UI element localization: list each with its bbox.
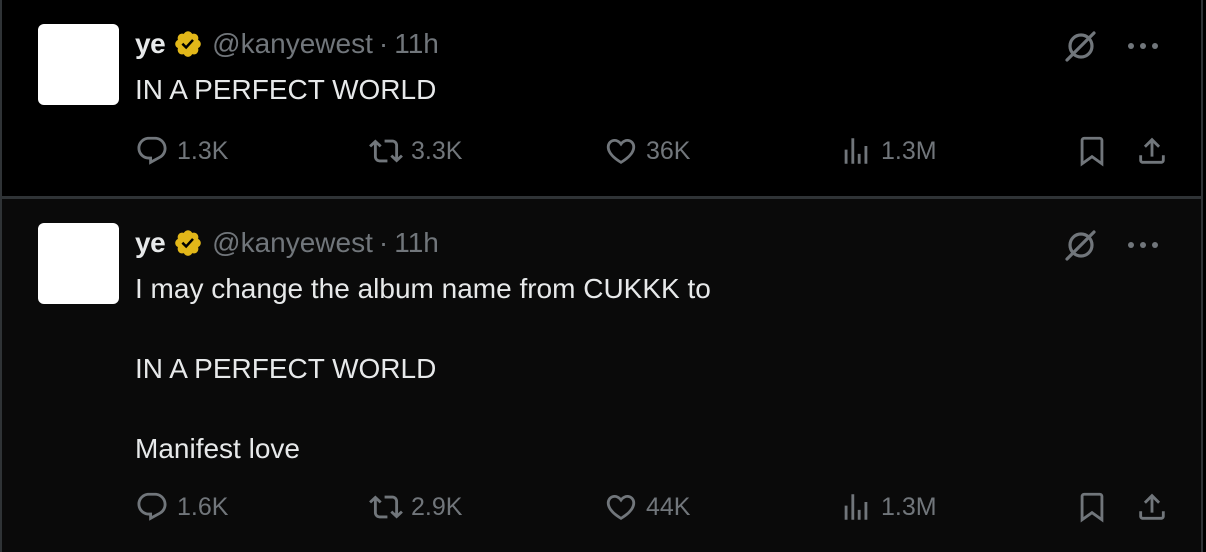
reply-icon <box>137 492 167 521</box>
handle[interactable]: @kanyewest <box>212 225 373 261</box>
retweet-icon <box>369 139 403 163</box>
bookmark-button[interactable] <box>1075 134 1109 168</box>
like-button[interactable]: 36K <box>604 134 690 168</box>
reply-button[interactable]: 1.6K <box>135 490 228 524</box>
tweet[interactable]: ye @kanyewest · 11h I may change the alb… <box>0 198 1203 552</box>
views-button[interactable]: 1.3M <box>839 134 937 168</box>
tweet-header: ye @kanyewest · 11h <box>135 225 439 261</box>
retweet-icon <box>369 495 403 519</box>
like-count: 44K <box>646 492 691 521</box>
share-icon <box>1139 493 1165 520</box>
heart-icon <box>606 494 636 520</box>
avatar[interactable] <box>38 223 119 304</box>
handle[interactable]: @kanyewest <box>212 26 373 62</box>
share-icon <box>1139 137 1165 164</box>
views-button[interactable]: 1.3M <box>839 490 937 524</box>
reply-count: 1.3K <box>177 136 229 165</box>
reply-count: 1.6K <box>177 492 229 521</box>
retweet-count: 2.9K <box>411 492 463 521</box>
views-count: 1.3M <box>881 492 937 521</box>
timestamp[interactable]: 11h <box>394 26 439 62</box>
bookmark-icon <box>1080 492 1104 523</box>
retweet-count: 3.3K <box>411 136 463 165</box>
like-count: 36K <box>646 136 691 165</box>
tweet-header: ye @kanyewest · 11h <box>135 26 439 62</box>
views-count: 1.3M <box>881 136 937 165</box>
tweet-actions: 1.6K 2.9K 44K 1.3M <box>135 490 1175 524</box>
separator: · <box>378 28 389 59</box>
bookmark-button[interactable] <box>1075 490 1109 524</box>
bookmark-icon <box>1080 136 1104 167</box>
tweet-text: I may change the album name from CUKKK t… <box>135 273 711 464</box>
views-icon <box>844 494 868 520</box>
display-name[interactable]: ye <box>135 26 166 62</box>
verified-badge-icon[interactable] <box>173 228 203 258</box>
retweet-button[interactable]: 2.9K <box>369 490 462 524</box>
share-button[interactable] <box>1135 134 1169 168</box>
reply-icon <box>137 136 167 165</box>
tweet-text: IN A PERFECT WORLD <box>135 74 437 105</box>
grok-icon[interactable] <box>1063 227 1099 263</box>
avatar[interactable] <box>38 24 119 105</box>
more-options-icon[interactable] <box>1127 42 1159 50</box>
like-button[interactable]: 44K <box>604 490 690 524</box>
reply-button[interactable]: 1.3K <box>135 134 228 168</box>
heart-icon <box>606 138 636 164</box>
retweet-button[interactable]: 3.3K <box>369 134 462 168</box>
share-button[interactable] <box>1135 490 1169 524</box>
views-icon <box>844 138 868 164</box>
more-options-icon[interactable] <box>1127 241 1159 249</box>
separator: · <box>378 227 389 258</box>
verified-badge-icon[interactable] <box>173 29 203 59</box>
tweet[interactable]: ye @kanyewest · 11h IN A PERFECT WORLD 1… <box>0 0 1203 198</box>
timeline-feed: ye @kanyewest · 11h IN A PERFECT WORLD 1… <box>0 0 1206 552</box>
display-name[interactable]: ye <box>135 225 166 261</box>
timestamp[interactable]: 11h <box>394 225 439 261</box>
grok-icon[interactable] <box>1063 28 1099 64</box>
tweet-actions: 1.3K 3.3K 36K 1.3M <box>135 134 1175 168</box>
